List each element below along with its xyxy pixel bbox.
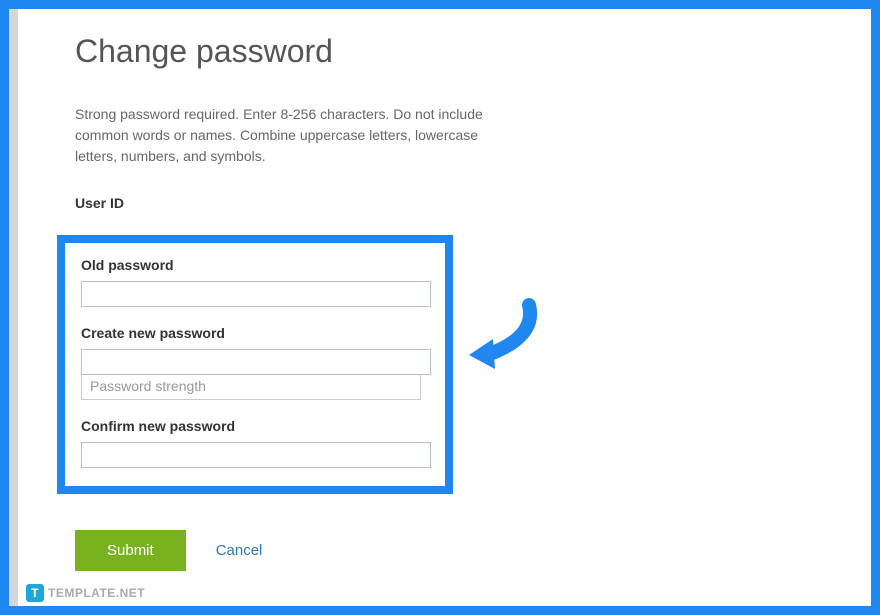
old-password-group: Old password: [81, 257, 429, 307]
password-strength-indicator: Password strength: [81, 375, 421, 400]
old-password-input[interactable]: [81, 281, 431, 307]
watermark-text: TEMPLATE.NET: [48, 586, 145, 600]
confirm-password-input[interactable]: [81, 442, 431, 468]
outer-frame: Change password Strong password required…: [0, 0, 880, 615]
cancel-link[interactable]: Cancel: [216, 542, 263, 559]
old-password-label: Old password: [81, 257, 429, 273]
confirm-password-label: Confirm new password: [81, 418, 429, 434]
action-row: Submit Cancel: [75, 530, 871, 571]
confirm-password-group: Confirm new password: [81, 418, 429, 468]
new-password-input[interactable]: [81, 349, 431, 375]
page-title: Change password: [75, 33, 871, 70]
highlighted-form-box: Old password Create new password Passwor…: [57, 235, 453, 494]
watermark: T TEMPLATE.NET: [26, 584, 145, 602]
watermark-icon: T: [26, 584, 44, 602]
new-password-group: Create new password Password strength: [81, 325, 429, 400]
annotation-arrow-icon: [459, 297, 549, 377]
password-requirements-text: Strong password required. Enter 8-256 ch…: [75, 104, 515, 167]
new-password-label: Create new password: [81, 325, 429, 341]
user-id-label: User ID: [75, 195, 871, 211]
content-area: Change password Strong password required…: [9, 9, 871, 606]
submit-button[interactable]: Submit: [75, 530, 186, 571]
